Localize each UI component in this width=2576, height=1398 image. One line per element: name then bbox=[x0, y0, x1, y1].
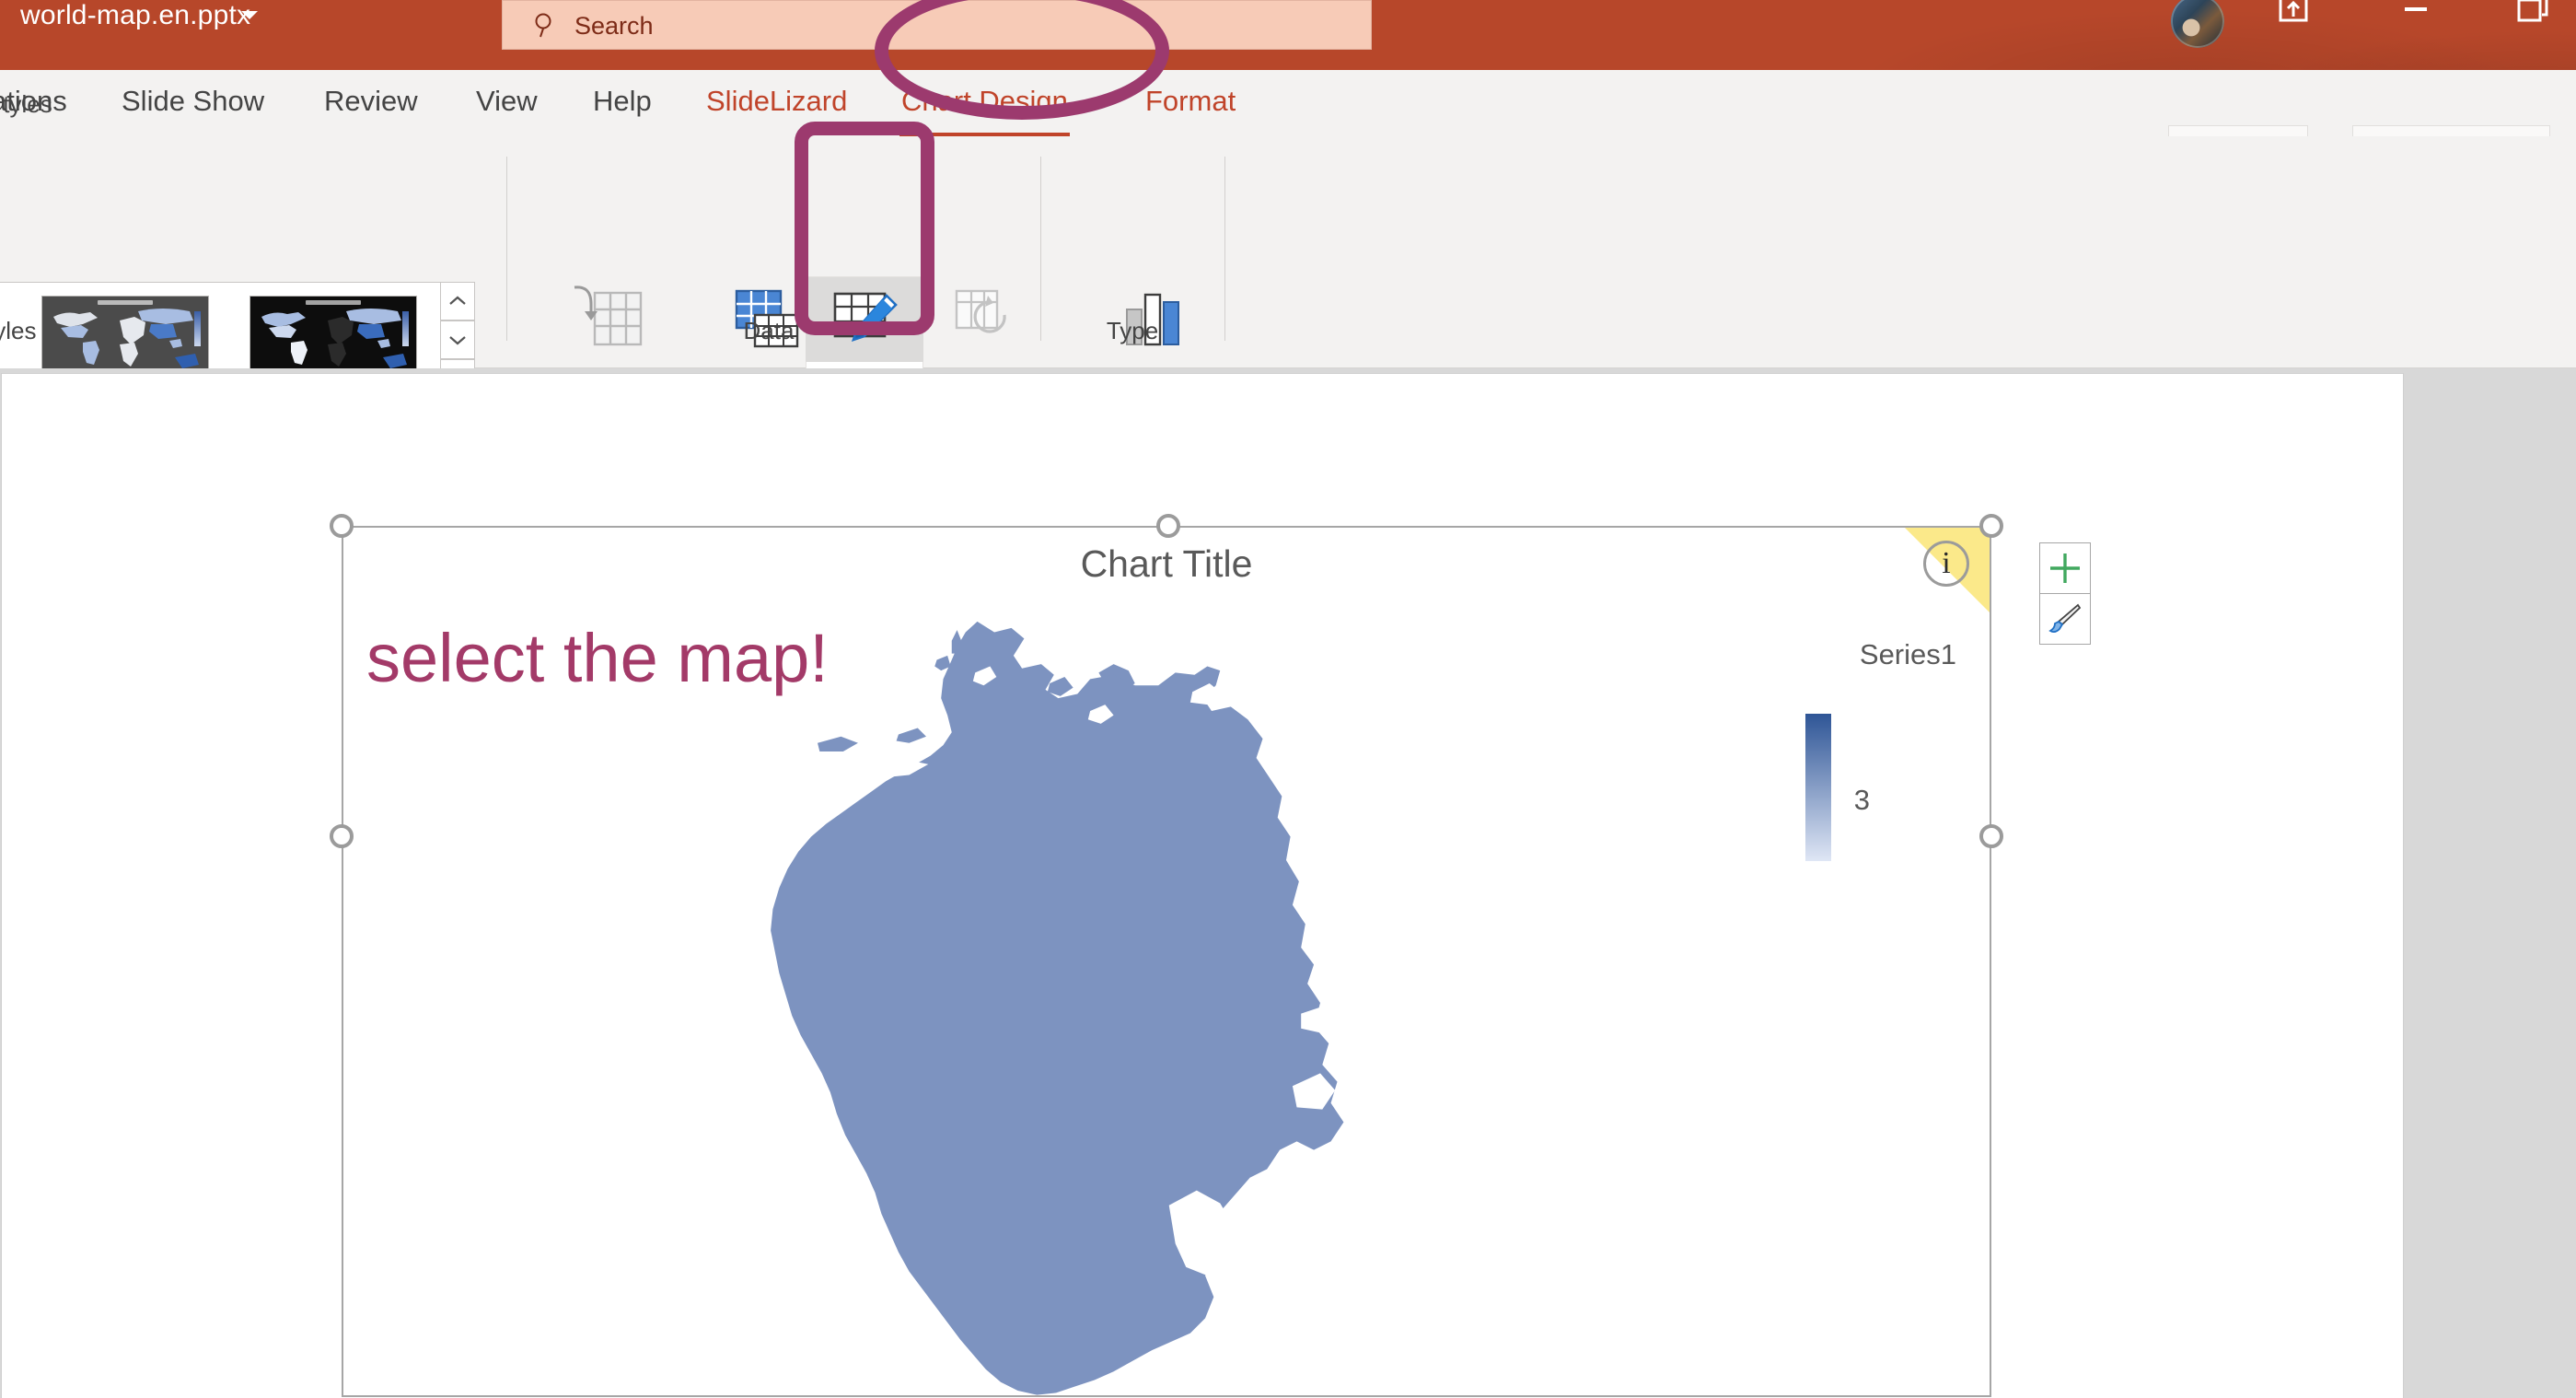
ribbon: tyles Switch Row/ Column bbox=[0, 136, 2576, 368]
map-chart-graphic[interactable] bbox=[415, 609, 1723, 1397]
group-label-type: Type bbox=[1040, 317, 1224, 345]
gallery-scroll-up-button[interactable] bbox=[440, 282, 475, 320]
tab-review[interactable]: Review bbox=[320, 79, 422, 127]
legend-series-label: Series1 bbox=[1860, 638, 1956, 671]
resize-handle-top-center[interactable] bbox=[1156, 514, 1180, 538]
chart-styles-button[interactable] bbox=[2039, 593, 2091, 645]
restore-window-icon[interactable] bbox=[2510, 0, 2558, 29]
tab-slidelizard[interactable]: SlideLizard bbox=[702, 79, 851, 127]
resize-handle-top-left[interactable] bbox=[330, 514, 354, 538]
plus-icon bbox=[2047, 550, 2083, 587]
search-placeholder: Search bbox=[574, 12, 654, 41]
slide-workspace: Chart Title i Series1 3 bbox=[0, 368, 2576, 1398]
chevron-down-icon[interactable] bbox=[241, 11, 258, 19]
restore-down-ribbon-icon[interactable] bbox=[2269, 0, 2317, 29]
title-bar: world-map.en.pptx Search bbox=[0, 0, 2576, 70]
search-icon bbox=[532, 11, 560, 39]
switch-row-column-icon bbox=[567, 276, 648, 361]
tab-slide-show[interactable]: Slide Show bbox=[118, 79, 268, 127]
chart-elements-button[interactable] bbox=[2039, 542, 2091, 594]
resize-handle-middle-left[interactable] bbox=[330, 824, 354, 848]
group-label-chart-styles-text: tyles bbox=[0, 317, 36, 345]
resize-handle-top-right[interactable] bbox=[1979, 514, 2003, 538]
minimize-icon[interactable] bbox=[2392, 0, 2440, 29]
resize-handle-middle-right[interactable] bbox=[1979, 824, 2003, 848]
tab-chart-design[interactable]: Chart Design bbox=[898, 79, 1072, 127]
tab-format[interactable]: Format bbox=[1142, 79, 1239, 127]
ribbon-tab-bar: ations Slide Show Review View Help Slide… bbox=[0, 70, 2576, 136]
annotation-callout-text: select the map! bbox=[366, 619, 829, 697]
refresh-data-icon bbox=[944, 276, 1025, 361]
chart-title[interactable]: Chart Title bbox=[1081, 542, 1253, 586]
legend-gradient-scale bbox=[1805, 714, 1831, 861]
paintbrush-icon bbox=[2047, 600, 2083, 637]
slide-canvas[interactable]: Chart Title i Series1 3 bbox=[2, 374, 2403, 1398]
document-title: world-map.en.pptx bbox=[20, 0, 250, 31]
info-icon[interactable]: i bbox=[1923, 541, 1969, 587]
group-label-chart-styles: tyles bbox=[0, 90, 129, 119]
group-label-data: Data bbox=[677, 317, 861, 345]
tab-view[interactable]: View bbox=[472, 79, 541, 127]
legend-max-value: 3 bbox=[1854, 784, 1870, 817]
tab-help[interactable]: Help bbox=[589, 79, 656, 127]
gallery-scroll-down-button[interactable] bbox=[440, 320, 475, 359]
group-separator bbox=[506, 157, 507, 341]
search-input[interactable]: Search bbox=[502, 0, 1372, 50]
